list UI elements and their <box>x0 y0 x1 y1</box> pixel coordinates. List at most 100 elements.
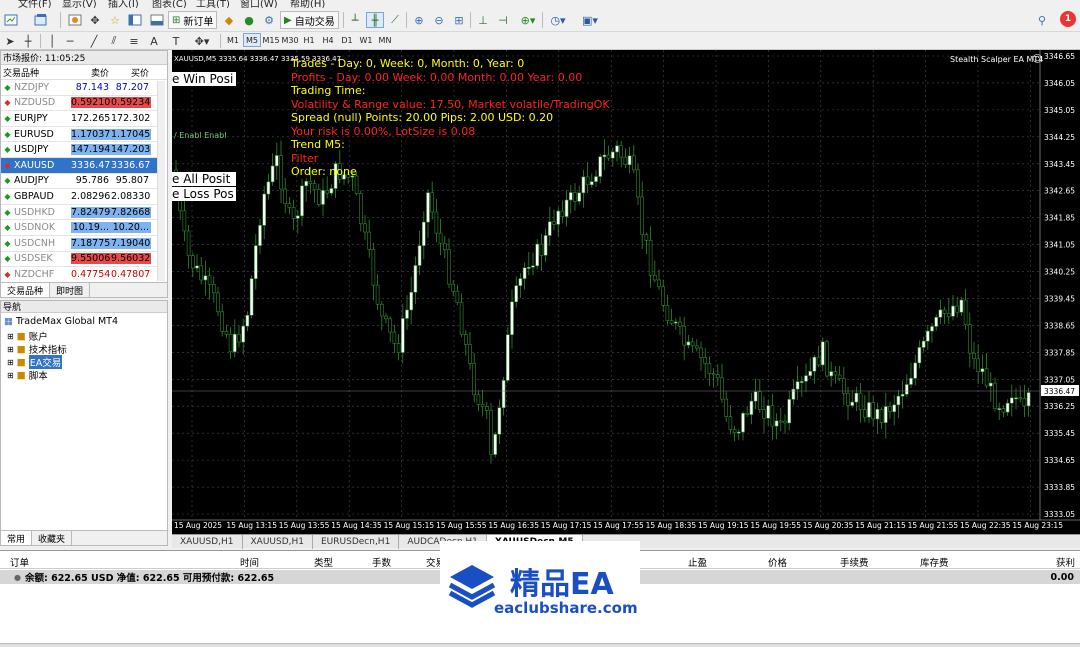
symbol-row[interactable]: ◆ USDCNH 7.18775 7.19040 <box>1 236 159 252</box>
tab-favorites[interactable]: 收藏夹 <box>32 531 73 545</box>
enable-buttons[interactable]: / Enabl Enabl <box>174 130 226 142</box>
market-watch-icon[interactable] <box>66 12 84 28</box>
market-watch-scrollbar[interactable] <box>157 81 165 281</box>
close-win-positions-button[interactable]: e Win Posi <box>172 72 236 86</box>
close-all-positions-button[interactable]: e All Posit <box>172 172 236 186</box>
menu-window[interactable]: 窗口(W) <box>240 0 278 8</box>
chart-tab[interactable]: XAUUSD,H1 <box>243 535 313 549</box>
nav-scripts[interactable]: ⊞ ■ 脚本 <box>7 368 48 383</box>
symbol-row[interactable]: ◆ NZDCHF 0.47754 0.47807 <box>1 267 159 283</box>
timeframe-h1[interactable]: H1 <box>300 33 318 47</box>
signals-icon[interactable]: ⚙ <box>260 12 278 28</box>
col-lots[interactable]: 手数 <box>372 555 391 569</box>
vertical-line-icon[interactable]: │ <box>44 33 60 49</box>
nav-indicators[interactable]: ⊞ ■ 技术指标 <box>7 342 67 357</box>
periods-icon[interactable]: ◷▾ <box>546 12 570 28</box>
timeframe-m5[interactable]: M5 <box>243 33 261 47</box>
fibonacci-icon[interactable]: ≡ <box>126 33 142 49</box>
channel-icon[interactable]: ⫽ <box>106 33 122 49</box>
candle-body <box>829 371 834 377</box>
col-ask[interactable]: 买价 <box>111 66 151 79</box>
tab-symbols[interactable]: 交易品种 <box>1 283 51 297</box>
symbol-row[interactable]: ◆ GBPAUD 2.08296 2.08330 <box>1 189 159 205</box>
candle-body <box>392 331 397 344</box>
new-chart-icon[interactable] <box>2 12 20 28</box>
col-order[interactable]: 订单 <box>10 555 29 569</box>
auto-trading-button[interactable]: ▶ 自动交易 <box>280 11 339 29</box>
close-loss-positions-button[interactable]: e Loss Pos <box>172 187 236 201</box>
menu-file[interactable]: 文件(F) <box>18 0 52 8</box>
symbol-row[interactable]: ◆ EURJPY 172.265 172.302 <box>1 111 159 127</box>
new-order-button[interactable]: ⊞ 新订单 <box>168 11 218 29</box>
col-time[interactable]: 时间 <box>240 555 259 569</box>
text-label-icon[interactable]: T <box>168 33 184 49</box>
col-type[interactable]: 类型 <box>314 555 333 569</box>
symbol-row[interactable]: ◆ EURUSD 1.17037 1.17045 <box>1 127 159 143</box>
nav-accounts[interactable]: ⊞ ■ 账户 <box>7 329 48 344</box>
candle-body <box>745 412 750 415</box>
timeframe-m1[interactable]: M1 <box>224 33 242 47</box>
symbol-row[interactable]: ◆ XAUUSD 3336.47 3336.67 <box>1 157 159 174</box>
text-icon[interactable]: A <box>146 33 162 49</box>
crosshair-tool-icon[interactable]: ┼ <box>20 33 36 49</box>
horizontal-line-icon[interactable]: ─ <box>62 33 78 49</box>
favorites-icon[interactable]: ☆ <box>106 12 124 28</box>
nav-expert-advisors[interactable]: ⊞ ■ EA交易 <box>7 355 63 369</box>
tab-common[interactable]: 常用 <box>1 531 33 545</box>
direction-icon: ◆ <box>4 129 11 139</box>
col-price[interactable]: 价格 <box>768 555 787 569</box>
zoom-in-icon[interactable]: ⊕ <box>410 12 428 28</box>
notification-badge[interactable]: 1 <box>1060 11 1076 27</box>
col-swap[interactable]: 库存费 <box>920 555 949 569</box>
symbol-row[interactable]: ◆ USDJPY 147.194 147.203 <box>1 142 159 158</box>
menu-tools[interactable]: 工具(T) <box>196 0 230 8</box>
timeframe-h4[interactable]: H4 <box>319 33 337 47</box>
bar-chart-icon[interactable]: ┴ <box>346 12 364 28</box>
col-commission[interactable]: 手续费 <box>840 555 869 569</box>
search-icon[interactable]: ⚲ <box>1034 12 1050 28</box>
timeframe-m30[interactable]: M30 <box>281 33 299 47</box>
chart-shift-icon[interactable]: ⊣ <box>494 12 512 28</box>
cursor-icon[interactable]: ➤ <box>2 33 18 49</box>
auto-scroll-icon[interactable]: ⊥ <box>474 12 492 28</box>
symbol-row[interactable]: ◆ AUDJPY 95.786 95.807 <box>1 174 159 190</box>
trendline-icon[interactable]: ╱ <box>86 33 102 49</box>
symbol-row[interactable]: ◆ USDHKD 7.82479 7.82668 <box>1 205 159 221</box>
metaeditor-icon[interactable]: ◆ <box>220 12 238 28</box>
market-icon[interactable]: ● <box>240 12 258 28</box>
arrows-icon[interactable]: ✥▾ <box>190 33 214 49</box>
col-profit[interactable]: 获利 <box>1056 555 1075 569</box>
navigator-icon[interactable] <box>126 12 144 28</box>
timeframe-mn[interactable]: MN <box>376 33 394 47</box>
symbol-row[interactable]: ◆ USDNOK 10.19... 10.20... <box>1 220 159 236</box>
zoom-out-icon[interactable]: ⊖ <box>430 12 448 28</box>
menu-insert[interactable]: 插入(I) <box>108 0 139 8</box>
menu-help[interactable]: 帮助(H) <box>290 0 325 8</box>
tab-tick-chart[interactable]: 即时图 <box>50 283 91 297</box>
col-bid[interactable]: 卖价 <box>71 66 111 79</box>
profiles-icon[interactable] <box>32 12 50 28</box>
price-chart[interactable]: 3346.65 3346.05 3345.05 3344.25 3343.45 3342.… <box>172 50 1080 534</box>
symbol-row[interactable]: ◆ USDSEK 9.55006 9.56032 <box>1 252 159 268</box>
col-symbol[interactable]: 交易品种 <box>1 66 71 79</box>
menu-chart[interactable]: 图表(C) <box>152 0 187 8</box>
col-tp[interactable]: 止盈 <box>688 555 707 569</box>
tile-windows-icon[interactable]: ⊞ <box>450 12 468 28</box>
candle-body <box>778 420 783 423</box>
indicators-icon[interactable]: ⊕▾ <box>516 12 540 28</box>
terminal-icon[interactable] <box>148 12 166 28</box>
candle-chart-icon[interactable]: ╫ <box>366 12 384 28</box>
timeframe-w1[interactable]: W1 <box>357 33 375 47</box>
chart-tab[interactable]: XAUUSD,H1 <box>172 535 243 549</box>
candle-body <box>363 223 367 233</box>
symbol-row[interactable]: ◆ NZDUSD 0.59210 0.59234 <box>1 96 159 112</box>
timeframe-d1[interactable]: D1 <box>338 33 356 47</box>
chart-tab[interactable]: EURUSDecn,H1 <box>313 535 400 549</box>
symbol-row[interactable]: ◆ NZDJPY 87.143 87.207 <box>1 80 159 96</box>
nav-root[interactable]: ▦ TradeMax Global MT4 <box>4 316 118 327</box>
templates-icon[interactable]: ▣▾ <box>578 12 602 28</box>
timeframe-m15[interactable]: M15 <box>262 33 280 47</box>
line-chart-icon[interactable]: ⟋ <box>386 12 404 28</box>
crosshair-icon[interactable]: ✥ <box>86 12 104 28</box>
menu-view[interactable]: 显示(V) <box>62 0 97 8</box>
